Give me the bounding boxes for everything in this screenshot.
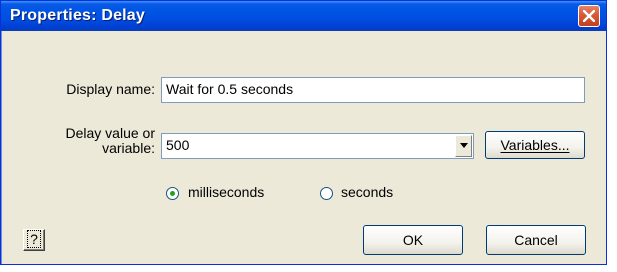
seconds-label[interactable]: seconds (341, 184, 393, 200)
ok-button-label: OK (402, 232, 424, 248)
dialog-title: Properties: Delay (10, 7, 146, 24)
help-button[interactable]: ? (23, 229, 45, 251)
cancel-button-label: Cancel (514, 232, 558, 248)
delay-value-combobox[interactable]: 500 (161, 133, 474, 159)
delay-value: 500 (166, 137, 190, 153)
cancel-button[interactable]: Cancel (486, 225, 586, 255)
radio-selected-dot (170, 191, 175, 196)
close-button[interactable] (578, 5, 600, 27)
delay-label-line1: Delay value or (65, 125, 156, 141)
milliseconds-label[interactable]: milliseconds (188, 184, 264, 200)
seconds-radio[interactable] (320, 187, 333, 200)
delay-label-line2: variable: (102, 140, 155, 156)
display-name-label: Display name: (66, 81, 155, 97)
variables-button[interactable]: Variables... (485, 131, 585, 159)
delay-value-label: Delay value or variable: (41, 125, 156, 156)
dropdown-button[interactable] (455, 135, 472, 157)
display-name-value: Wait for 0.5 seconds (166, 81, 294, 97)
help-icon: ? (27, 230, 41, 248)
title-bar[interactable]: Properties: Delay (1, 1, 606, 31)
chevron-down-icon (460, 143, 468, 148)
variables-button-label: Variables... (500, 137, 570, 153)
properties-dialog: Properties: Delay Display name: Wait for… (0, 0, 607, 265)
ok-button[interactable]: OK (363, 225, 463, 255)
milliseconds-radio[interactable] (166, 187, 179, 200)
display-name-field[interactable]: Wait for 0.5 seconds (161, 77, 585, 103)
close-icon (583, 10, 595, 22)
